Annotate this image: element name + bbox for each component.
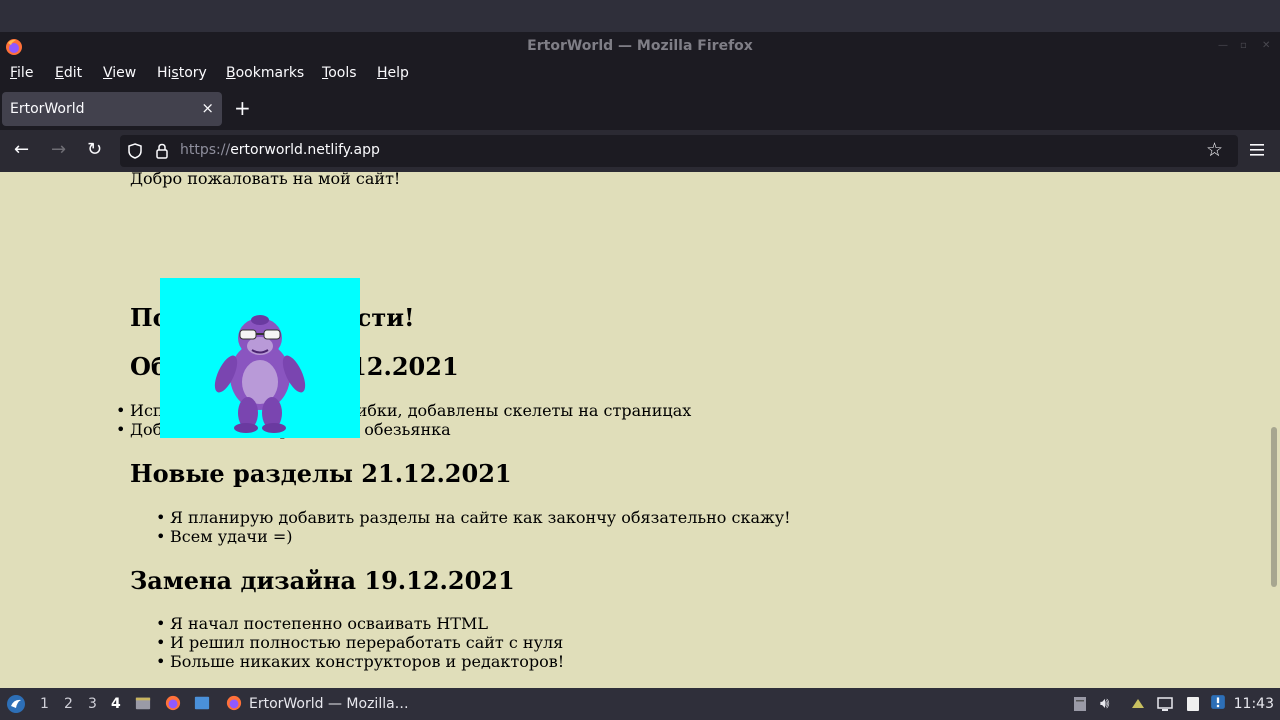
maximize-icon[interactable]: ▫ <box>1240 40 1250 51</box>
list-item: Я планирую добавить разделы на сайте как… <box>156 508 791 527</box>
firefox-logo-icon <box>6 39 22 55</box>
page-scrollbar[interactable] <box>1268 172 1280 688</box>
section-new-sections-list: Я планирую добавить разделы на сайте как… <box>156 508 791 546</box>
firefox-launcher-icon[interactable] <box>165 695 181 711</box>
display-tray-icon[interactable] <box>1157 696 1173 712</box>
volume-icon[interactable]: 🔊︎ <box>1100 694 1116 712</box>
back-arrow-icon[interactable]: ← <box>14 140 29 160</box>
section-redesign-list: Я начал постепенно осваивать HTML И реши… <box>156 614 564 671</box>
menu-edit[interactable]: Edit <box>55 65 82 81</box>
minimize-icon[interactable]: — <box>1218 40 1228 51</box>
firefox-task-icon <box>226 695 242 711</box>
list-item: И решил полностью переработать сайт с ну… <box>156 633 564 652</box>
menu-bar: File Edit View History Bookmarks Tools H… <box>0 60 1280 90</box>
list-item: Всем удачи =) <box>156 527 791 546</box>
app-menu-icon[interactable] <box>6 694 26 714</box>
close-window-icon[interactable]: ✕ <box>1262 40 1272 51</box>
window-titlebar[interactable]: ErtorWorld — Mozilla Firefox <box>0 32 1280 60</box>
navigation-toolbar: ← → ↻ https://ertorworld.netlify.app ☆ <box>0 130 1280 173</box>
reload-icon[interactable]: ↻ <box>87 140 102 160</box>
workspace-1[interactable]: 1 <box>40 696 49 712</box>
section-redesign-title: Замена дизайна 19.12.2021 <box>130 566 515 595</box>
scrollbar-thumb[interactable] <box>1271 427 1277 587</box>
desktop-top-panel <box>0 0 1280 32</box>
url-text[interactable]: https://ertorworld.netlify.app <box>180 142 380 158</box>
clock: 11:43 <box>1233 696 1274 712</box>
network-tray-icon[interactable] <box>1130 696 1146 712</box>
taskbar: 1 2 3 4 ErtorWorld — Mozilla… 🔊︎ 11:43 <box>0 688 1280 720</box>
clipboard-tray-icon[interactable] <box>1072 696 1088 712</box>
notes-tray-icon[interactable] <box>1185 696 1201 712</box>
menu-help[interactable]: Help <box>377 65 409 81</box>
menu-bookmarks[interactable]: Bookmarks <box>226 65 304 81</box>
tab-close-icon[interactable]: × <box>201 99 214 117</box>
workspace-4[interactable]: 4 <box>111 696 121 712</box>
shield-icon[interactable] <box>128 143 142 159</box>
workspace-3[interactable]: 3 <box>88 696 97 712</box>
list-item: Больше никаких конструкторов и редакторо… <box>156 652 564 671</box>
url-bar[interactable]: https://ertorworld.netlify.app ☆ <box>120 135 1238 167</box>
menu-file[interactable]: File <box>10 65 33 81</box>
page-content: Добро пожаловать на мой сайт! Последние … <box>0 172 1268 688</box>
forward-arrow-icon[interactable]: → <box>51 140 66 160</box>
tab-strip: ErtorWorld × + <box>0 90 1280 130</box>
menu-view[interactable]: View <box>103 65 136 81</box>
bookmark-star-icon[interactable]: ☆ <box>1206 139 1223 161</box>
monkey-animation-overlay <box>160 278 360 438</box>
desktop-icon[interactable] <box>194 695 210 711</box>
section-new-sections-title: Новые разделы 21.12.2021 <box>130 459 512 488</box>
window-title: ErtorWorld — Mozilla Firefox <box>527 38 753 54</box>
list-item: Я начал постепенно осваивать HTML <box>156 614 564 633</box>
new-tab-button[interactable]: + <box>234 98 251 118</box>
hamburger-menu-icon[interactable] <box>1250 144 1264 156</box>
menu-tools[interactable]: Tools <box>322 65 357 81</box>
taskbar-window-button[interactable]: ErtorWorld — Mozilla… <box>249 696 409 712</box>
menu-history[interactable]: History <box>157 65 207 81</box>
file-manager-icon[interactable] <box>135 695 151 711</box>
purple-monkey-image <box>214 315 306 433</box>
tab-ertorworld[interactable]: ErtorWorld × <box>2 92 222 126</box>
lock-icon[interactable] <box>156 143 168 159</box>
workspace-2[interactable]: 2 <box>64 696 73 712</box>
update-notification-icon[interactable] <box>1210 694 1226 710</box>
tab-title: ErtorWorld <box>10 101 85 117</box>
welcome-text: Добро пожаловать на мой сайт! <box>130 172 401 188</box>
